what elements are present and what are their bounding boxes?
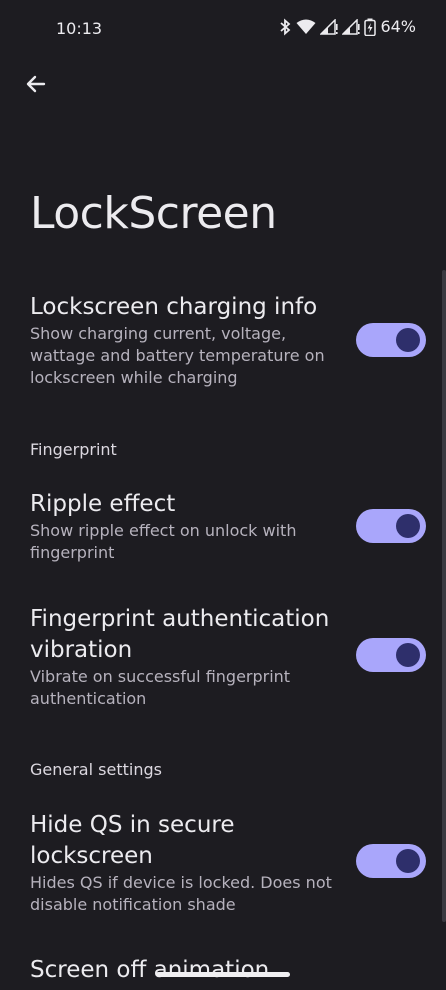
section-header-fingerprint: Fingerprint <box>30 440 117 459</box>
setting-summary: Hides QS if device is locked. Does not d… <box>30 873 332 914</box>
setting-title: Screen off animation <box>30 957 270 983</box>
hide-qs-toggle[interactable] <box>356 844 426 878</box>
toggle-knob <box>396 328 420 352</box>
scrollbar[interactable] <box>442 270 446 922</box>
wifi-icon <box>296 19 316 35</box>
fingerprint-vibration-toggle[interactable] <box>356 638 426 672</box>
toggle-knob <box>396 514 420 538</box>
home-indicator[interactable] <box>156 972 290 977</box>
section-header-general: General settings <box>30 760 162 779</box>
setting-summary: Show ripple effect on unlock with finger… <box>30 521 297 562</box>
setting-title: Ripple effect <box>30 491 176 517</box>
arrow-left-icon <box>24 72 48 100</box>
setting-summary: Vibrate on successful fingerprint authen… <box>30 667 291 708</box>
battery-charging-icon <box>364 18 377 36</box>
bluetooth-icon <box>278 18 292 36</box>
toggle-knob <box>396 849 420 873</box>
status-time: 10:13 <box>56 19 103 38</box>
setting-summary: Show charging current, voltage, wattage … <box>30 324 325 387</box>
setting-title: Fingerprint authentication vibration <box>30 606 330 663</box>
setting-title: Hide QS in secure lockscreen <box>30 812 235 869</box>
status-icons: 64% <box>278 17 416 36</box>
signal-icon <box>342 18 361 35</box>
page-title: LockScreen <box>30 188 277 239</box>
battery-percent: 64% <box>380 17 416 36</box>
charging-info-toggle[interactable] <box>356 323 426 357</box>
setting-screen-off-animation[interactable]: Screen off animation <box>30 955 430 986</box>
signal-icon <box>320 18 339 35</box>
status-bar: 10:13 64% <box>0 0 446 60</box>
setting-title: Lockscreen charging info <box>30 294 318 320</box>
back-button[interactable] <box>20 70 52 102</box>
ripple-effect-toggle[interactable] <box>356 509 426 543</box>
toggle-knob <box>396 643 420 667</box>
